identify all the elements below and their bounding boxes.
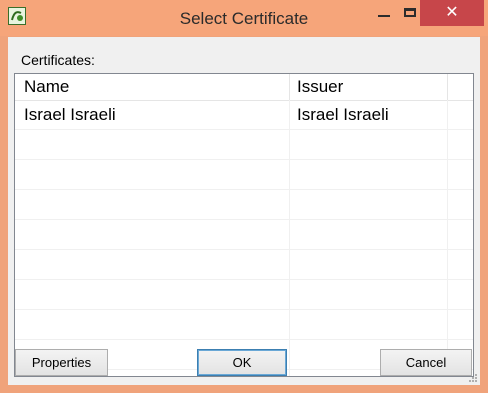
close-icon: ✕ [445, 4, 459, 21]
minimize-button[interactable] [370, 0, 398, 24]
empty-row [15, 130, 473, 160]
certificate-list[interactable]: Name Issuer Israel Israeli Israel Israel… [14, 73, 474, 377]
minimize-icon [378, 15, 390, 17]
empty-row [15, 220, 473, 250]
maximize-icon [404, 7, 416, 17]
cell-name: Israel Israeli [24, 105, 116, 124]
properties-button[interactable]: Properties [15, 349, 108, 376]
dialog-content: Certificates: Name Issuer Israel Israeli… [8, 37, 480, 385]
cell-issuer: Israel Israeli [297, 105, 389, 124]
title-bar[interactable]: Select Certificate ✕ [0, 0, 488, 36]
empty-row [15, 310, 473, 340]
ok-button[interactable]: OK [197, 349, 287, 376]
resize-grip-icon[interactable] [468, 373, 478, 383]
table-row[interactable]: Israel Israeli Israel Israeli [15, 100, 473, 130]
list-header: Name Issuer [15, 74, 473, 101]
column-divider[interactable] [447, 74, 448, 100]
column-divider[interactable] [289, 74, 290, 100]
column-header-issuer[interactable]: Issuer [297, 74, 343, 100]
empty-row [15, 190, 473, 220]
close-button[interactable]: ✕ [420, 0, 484, 26]
certificates-label: Certificates: [21, 52, 95, 68]
empty-row [15, 250, 473, 280]
cancel-button[interactable]: Cancel [380, 349, 472, 376]
column-header-name[interactable]: Name [24, 74, 69, 100]
dialog-window: Select Certificate ✕ Certificates: Name … [0, 0, 488, 393]
empty-row [15, 160, 473, 190]
empty-row [15, 280, 473, 310]
